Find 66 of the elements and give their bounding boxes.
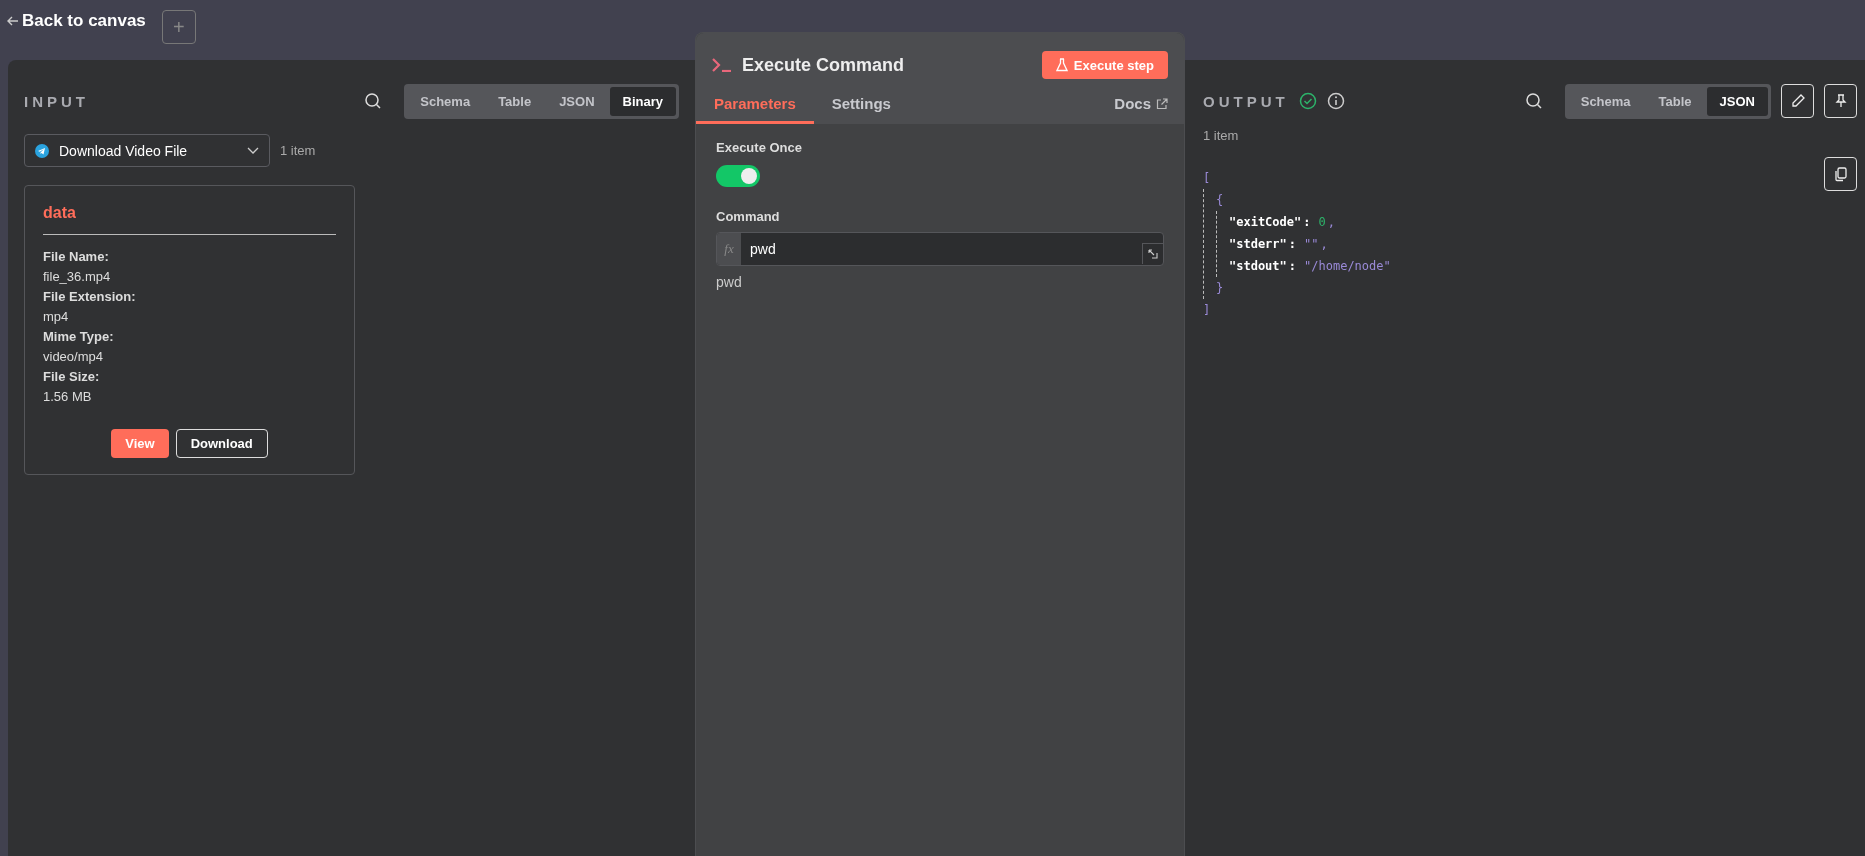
json-colon: : [1288,237,1297,251]
json-value: 0 [1318,215,1326,229]
edit-button[interactable] [1781,84,1814,118]
arrow-left-icon [6,14,20,28]
item-count: 1 item [1203,128,1240,143]
info-icon[interactable] [1326,92,1345,110]
node-select-dropdown[interactable]: Download Video File [24,134,270,167]
view-tab[interactable]: Table [485,86,545,116]
back-to-canvas-button[interactable]: Back to canvas [6,10,146,32]
json-comma: , [1320,237,1328,251]
flask-icon [1055,58,1068,72]
external-link-icon [1156,97,1168,110]
expand-icon[interactable] [1142,242,1163,264]
terminal-icon [712,58,732,72]
add-button[interactable]: + [161,10,196,44]
download-button[interactable]: Download [175,429,268,458]
search-icon[interactable] [1524,92,1543,110]
parameter-label: Execute Once [716,140,803,155]
field-value: 1.56 MB [43,388,93,406]
json-bracket: ] [1203,303,1211,317]
settings-tab[interactable]: Parameters [696,89,814,124]
item-count: 1 item [280,143,316,158]
parameter-label: Command [716,209,781,224]
pin-button[interactable] [1824,84,1857,118]
view-tab[interactable]: JSON [1706,86,1768,116]
json-bracket: } [1216,281,1224,295]
json-bracket: { [1216,193,1224,207]
view-tab[interactable]: Table [1645,86,1705,116]
json-value: "/home/node" [1304,259,1391,273]
input-title: INPUT [24,92,89,110]
json-bracket: [ [1203,171,1211,185]
field-label: Mime Type: [43,328,115,346]
view-tab[interactable]: Binary [609,86,676,116]
view-tab[interactable]: JSON [546,86,608,116]
field-label: File Name: [43,248,110,266]
view-tab[interactable]: Schema [1567,86,1644,116]
pencil-icon [1789,93,1806,109]
chevron-down-icon [247,146,259,155]
json-colon: : [1288,259,1297,273]
command-input[interactable]: fx pwd [716,232,1164,266]
node-title: Execute Command [742,54,905,76]
search-icon[interactable] [364,92,383,110]
json-key: "stdout" [1229,259,1287,273]
field-label: File Size: [43,368,101,386]
binary-property-title: data [43,204,77,222]
expression-marker: fx [717,233,741,265]
json-value: "" [1304,237,1319,251]
view-button[interactable]: View [111,429,169,458]
json-key: "exitCode" [1229,215,1302,229]
field-value: video/mp4 [43,348,104,366]
json-comma: , [1327,215,1335,229]
json-colon: : [1303,215,1311,229]
paper-plane-icon [35,143,49,158]
field-value: mp4 [43,308,70,326]
docs-link[interactable]: Docs [1114,95,1168,124]
copy-button[interactable] [1824,157,1857,191]
execute-once-toggle[interactable] [716,165,760,187]
json-key: "stderr" [1229,237,1287,251]
field-label: File Extension: [43,288,137,306]
output-title: OUTPUT [1203,92,1289,110]
settings-tab[interactable]: Settings [813,89,909,124]
execute-step-button[interactable]: Execute step [1041,51,1168,79]
view-tab[interactable]: Schema [407,86,484,116]
copy-icon [1832,166,1849,182]
command-preview: pwd [716,274,743,290]
field-value: file_36.mp4 [43,268,112,286]
